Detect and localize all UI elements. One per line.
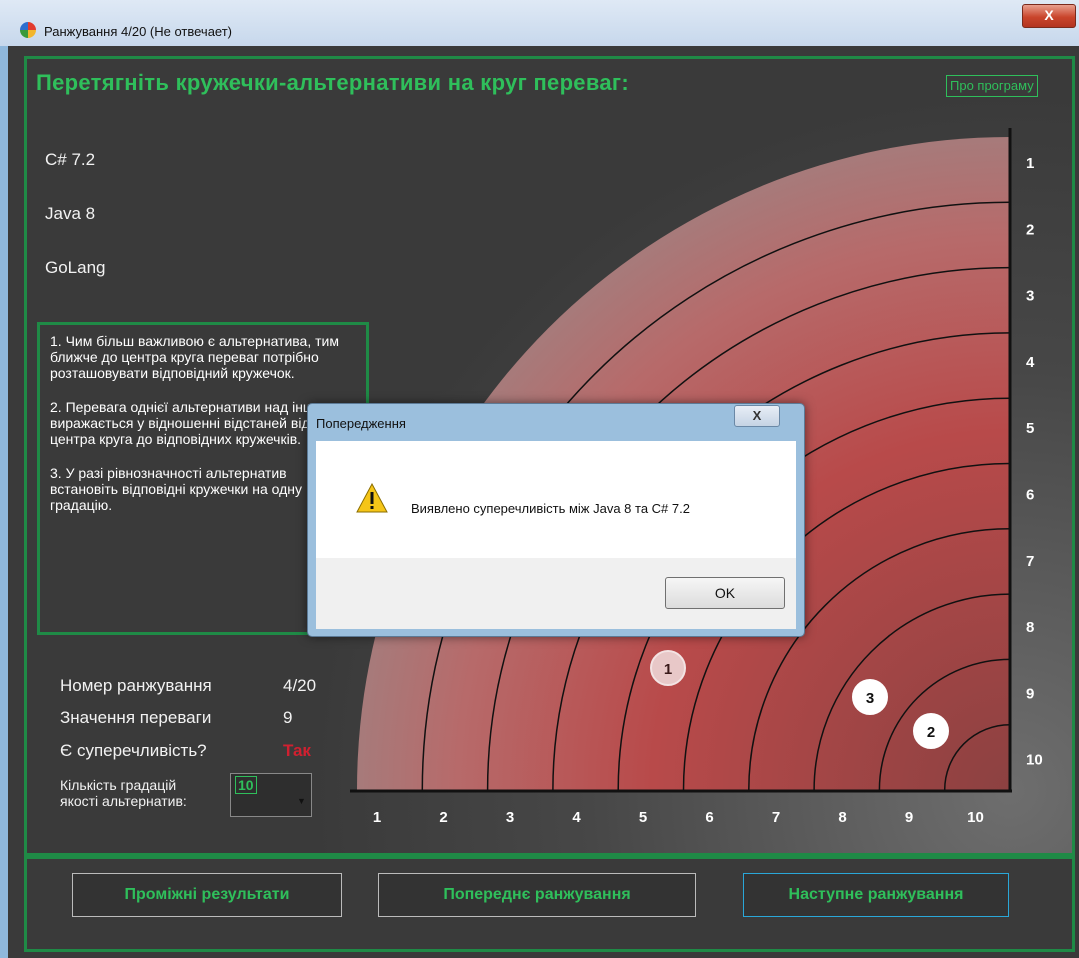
gradations-label: Кількість градацій якості альтернатив: — [60, 777, 187, 809]
dialog-message: Виявлено суперечливість між Java 8 та C#… — [411, 501, 690, 516]
next-ranking-button[interactable]: Наступне ранжування — [743, 873, 1009, 917]
gradations-label-line-1: Кількість градацій — [60, 777, 177, 793]
contradiction-label: Є суперечливість? — [60, 741, 207, 760]
rank-number-label: Номер ранжування — [60, 676, 212, 695]
contradiction-value: Так — [283, 741, 311, 760]
gradations-select-value: 10 — [235, 776, 257, 794]
previous-ranking-button[interactable]: Попереднє ранжування — [378, 873, 696, 917]
page-title: Перетягніть кружечки-альтернативи на кру… — [36, 70, 630, 95]
alternative-item[interactable]: Java 8 — [45, 204, 95, 224]
chevron-down-icon[interactable]: ▼ — [297, 796, 306, 806]
ok-button[interactable]: OK — [665, 577, 785, 609]
rank-number-value: 4/20 — [283, 676, 317, 695]
dialog-body: Виявлено суперечливість між Java 8 та C#… — [316, 441, 796, 629]
gradations-label-line-2: якості альтернатив: — [60, 793, 187, 809]
about-button[interactable]: Про програму — [946, 75, 1038, 97]
instruction-1: 1. Чим більш важливою є альтернатива, ти… — [50, 333, 339, 381]
alternative-item[interactable]: GoLang — [45, 258, 106, 278]
dialog-close-button[interactable]: X — [734, 405, 780, 427]
intermediate-results-button[interactable]: Проміжні результати — [72, 873, 342, 917]
preference-value: 9 — [283, 708, 293, 727]
gradations-select[interactable]: 10 ▼ — [230, 773, 312, 817]
dialog-title: Попередження — [316, 416, 406, 431]
warning-dialog: Попередження X Виявлено суперечливість м… — [307, 403, 805, 637]
alternative-item[interactable]: C# 7.2 — [45, 150, 95, 170]
preference-value-label: Значення переваги — [60, 708, 212, 727]
warning-icon — [356, 483, 388, 513]
